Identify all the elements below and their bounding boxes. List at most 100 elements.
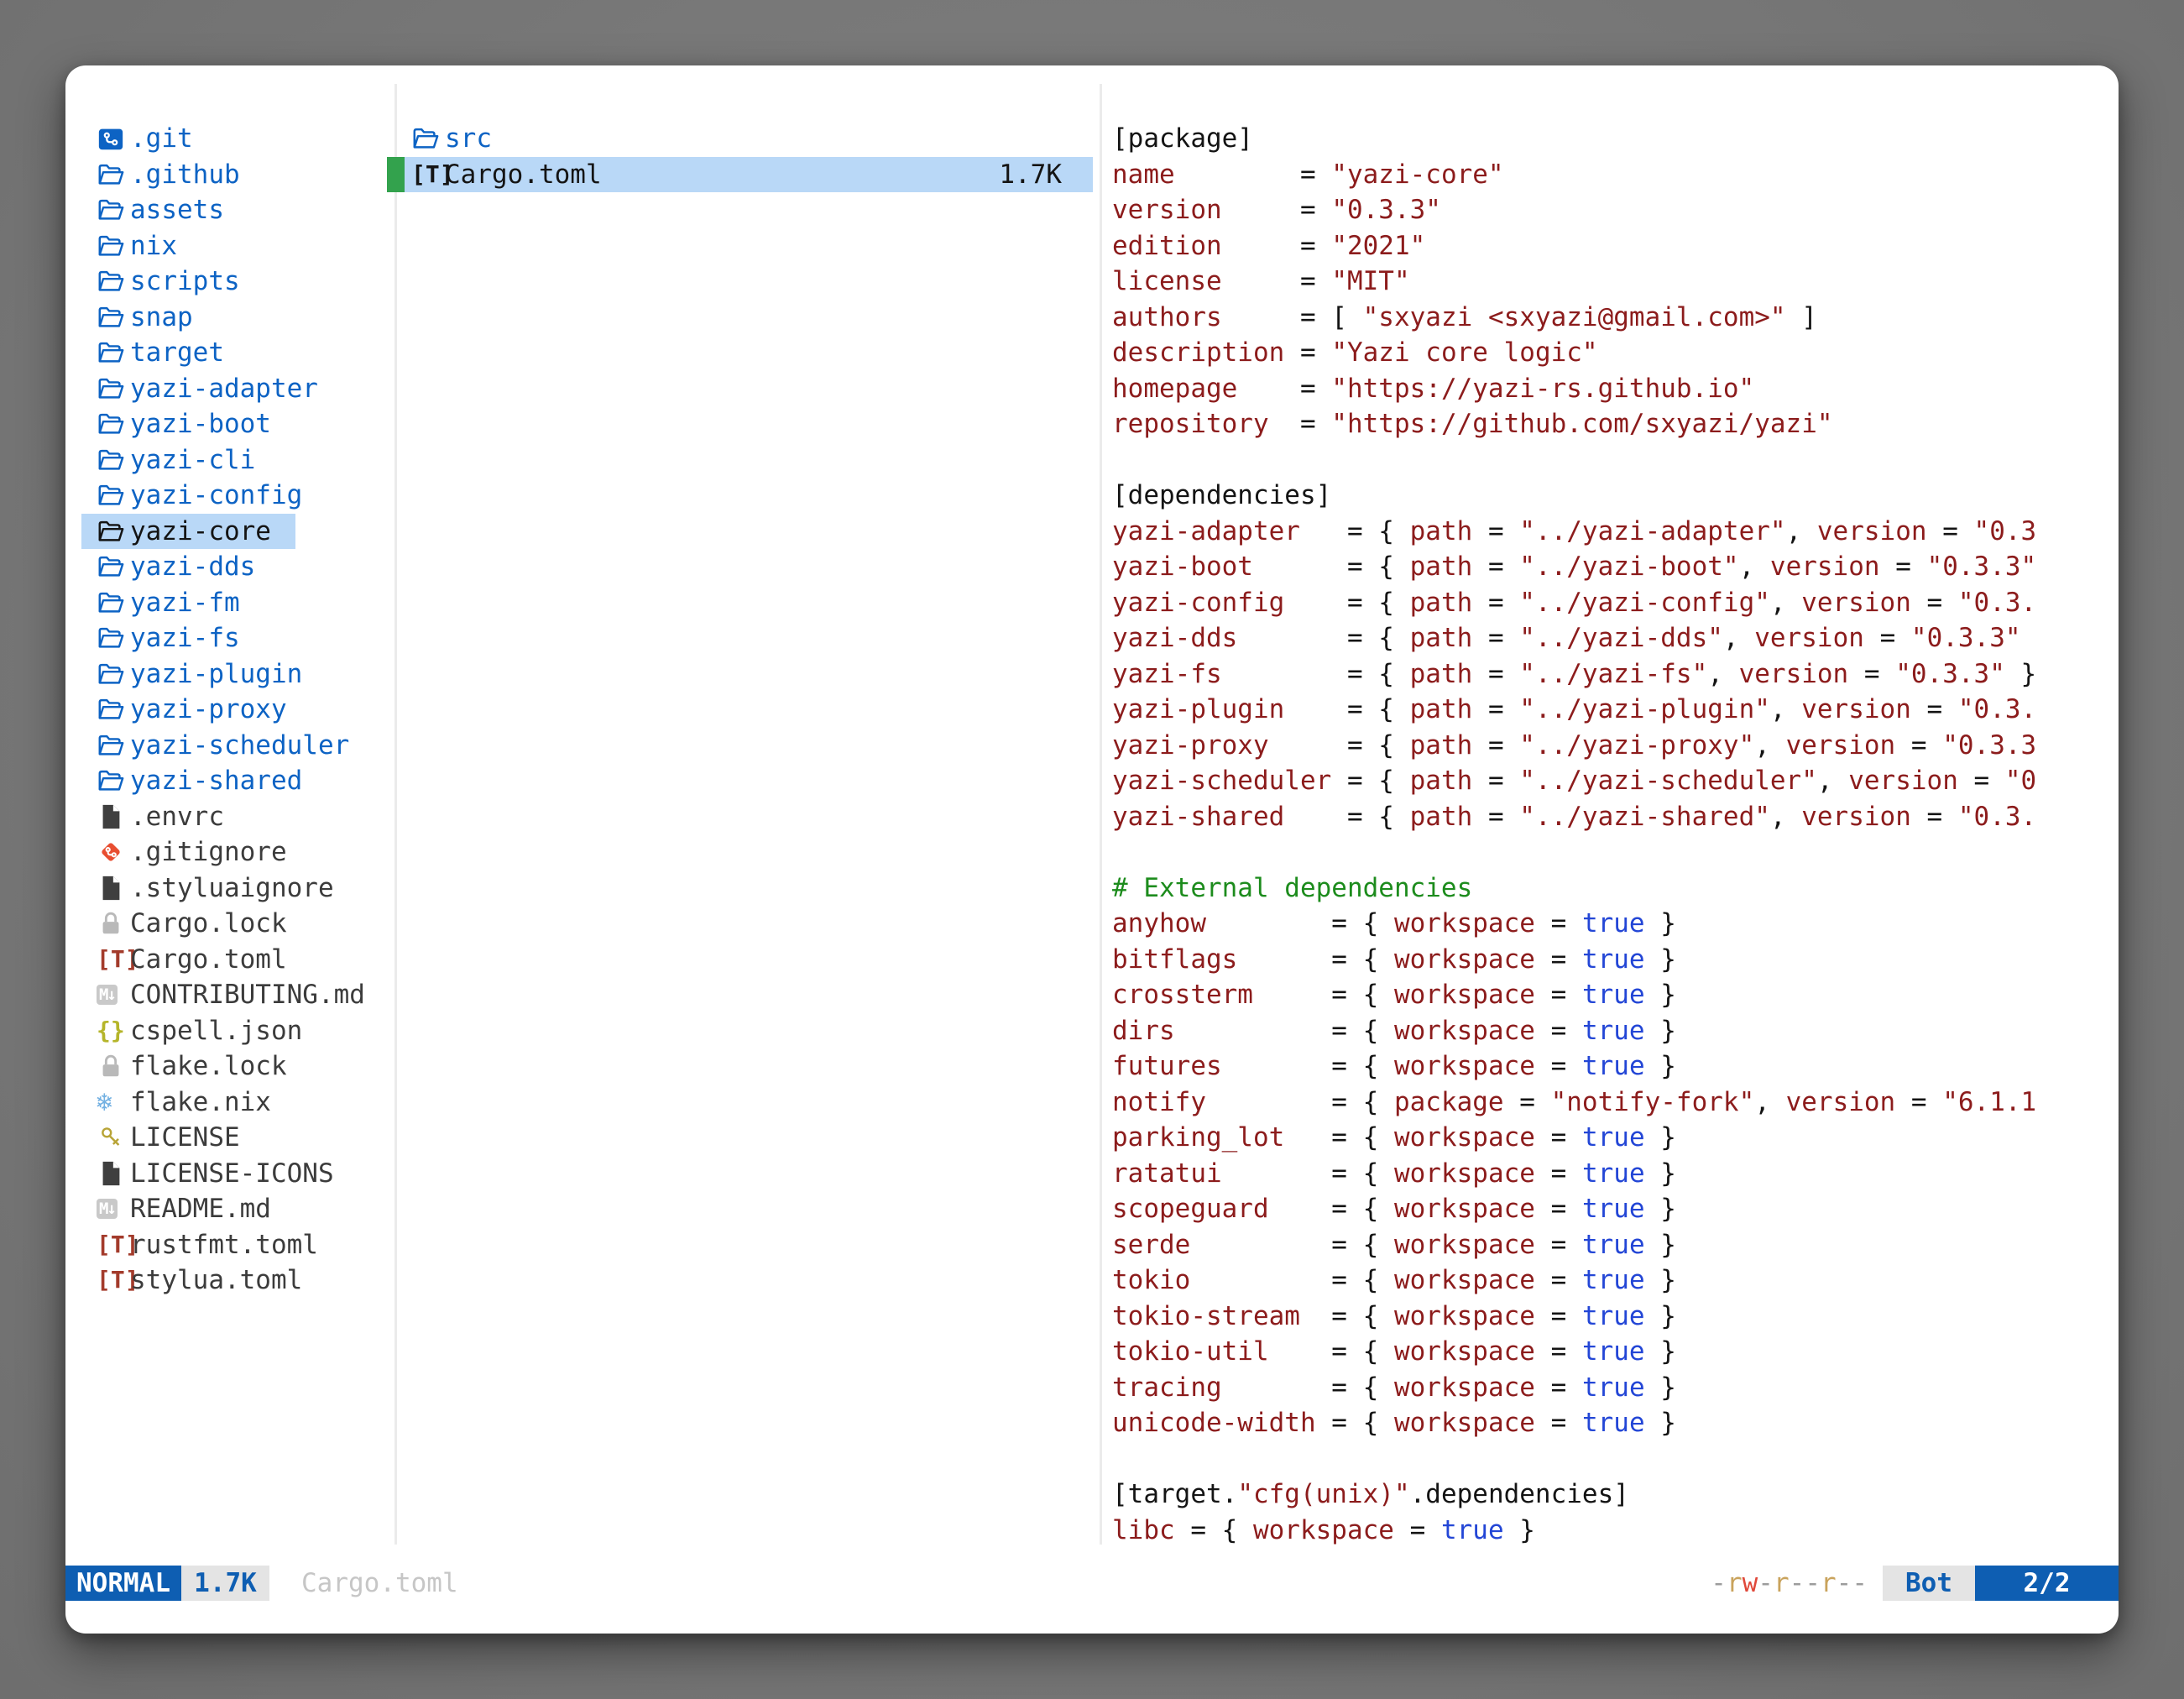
code-line: libc = { workspace = true } bbox=[1112, 1513, 2119, 1549]
sidebar-item-yazi-fm[interactable]: yazi-fm bbox=[81, 585, 295, 621]
code-line: serde = { workspace = true } bbox=[1112, 1227, 2119, 1263]
item-content: [T]Cargo.toml1.7K bbox=[405, 157, 1093, 193]
code-line: tokio = { workspace = true } bbox=[1112, 1262, 2119, 1299]
sidebar-item--git[interactable]: .git bbox=[81, 121, 295, 157]
cursor-counter-badge: 2/2 bbox=[1975, 1566, 2119, 1601]
sidebar-item-snap[interactable]: snap bbox=[81, 300, 295, 336]
code-line: yazi-proxy = { path = "../yazi-proxy", v… bbox=[1112, 728, 2119, 764]
sidebar-item-assets[interactable]: assets bbox=[81, 192, 295, 228]
folder-open-icon bbox=[97, 552, 130, 581]
code-line: tracing = { workspace = true } bbox=[1112, 1370, 2119, 1406]
code-line: description = "Yazi core logic" bbox=[1112, 335, 2119, 371]
code-line: yazi-scheduler = { path = "../yazi-sched… bbox=[1112, 763, 2119, 799]
item-label: .styluaignore bbox=[130, 870, 334, 907]
code-line: futures = { workspace = true } bbox=[1112, 1048, 2119, 1085]
item-label: Cargo.toml bbox=[130, 942, 287, 978]
markdown-icon: M↓ bbox=[97, 985, 130, 1005]
sidebar-item-yazi-adapter[interactable]: yazi-adapter bbox=[81, 371, 295, 407]
item-label: yazi-cli bbox=[130, 442, 255, 478]
item-label: flake.lock bbox=[130, 1048, 287, 1085]
git-repo-icon bbox=[97, 124, 130, 153]
folder-open-icon bbox=[97, 267, 130, 295]
sidebar-item-contributing-md[interactable]: M↓CONTRIBUTING.md bbox=[81, 977, 295, 1013]
folder-open-icon bbox=[97, 731, 130, 760]
folder-open-icon bbox=[97, 588, 130, 617]
scroll-position-badge: Bot bbox=[1883, 1566, 1975, 1601]
item-label: yazi-dds bbox=[130, 549, 255, 585]
toml-icon: [T] bbox=[97, 1231, 130, 1259]
toml-icon: [T] bbox=[97, 1266, 130, 1294]
folder-open-icon bbox=[97, 338, 130, 367]
item-label: yazi-plugin bbox=[130, 656, 302, 693]
sidebar-item-yazi-dds[interactable]: yazi-dds bbox=[81, 549, 295, 585]
sidebar-item-stylua-toml[interactable]: [T]stylua.toml bbox=[81, 1262, 295, 1299]
file-item-src[interactable]: src bbox=[387, 121, 1093, 157]
sidebar-item-yazi-core[interactable]: yazi-core bbox=[81, 514, 295, 550]
sidebar-item--gitignore[interactable]: .gitignore bbox=[81, 834, 295, 870]
code-line: yazi-boot = { path = "../yazi-boot", ver… bbox=[1112, 549, 2119, 585]
permissions: -rw-r--r-- bbox=[1711, 1566, 1868, 1601]
folder-open-icon bbox=[97, 446, 130, 474]
folder-open-icon bbox=[411, 124, 445, 153]
item-label: cspell.json bbox=[130, 1013, 302, 1049]
code-line: yazi-plugin = { path = "../yazi-plugin",… bbox=[1112, 692, 2119, 728]
sidebar-item-yazi-boot[interactable]: yazi-boot bbox=[81, 406, 295, 442]
code-line: yazi-shared = { path = "../yazi-shared",… bbox=[1112, 799, 2119, 835]
preview-pane: [package]name = "yazi-core"version = "0.… bbox=[1112, 121, 2119, 1548]
code-line bbox=[1112, 442, 2119, 478]
pane-separator-left bbox=[394, 84, 397, 1545]
sidebar-item-license-icons[interactable]: LICENSE-ICONS bbox=[81, 1156, 295, 1192]
item-label: stylua.toml bbox=[130, 1262, 302, 1299]
code-line: anyhow = { workspace = true } bbox=[1112, 906, 2119, 942]
gitignore-icon bbox=[97, 838, 130, 866]
current-pane: src[T]Cargo.toml1.7K bbox=[387, 121, 1093, 192]
pane-separator-right bbox=[1100, 84, 1102, 1545]
folder-open-icon bbox=[97, 481, 130, 510]
item-label: Cargo.lock bbox=[130, 906, 287, 942]
folder-open-icon bbox=[97, 160, 130, 189]
item-label: .github bbox=[130, 157, 240, 193]
sidebar-item-flake-nix[interactable]: ❄flake.nix bbox=[81, 1085, 295, 1121]
code-line: yazi-config = { path = "../yazi-config",… bbox=[1112, 585, 2119, 621]
sidebar-item-yazi-scheduler[interactable]: yazi-scheduler bbox=[81, 728, 295, 764]
file-item-cargo-toml[interactable]: [T]Cargo.toml1.7K bbox=[387, 157, 1093, 193]
sidebar-item-yazi-cli[interactable]: yazi-cli bbox=[81, 442, 295, 478]
sidebar-item-yazi-config[interactable]: yazi-config bbox=[81, 478, 295, 514]
sidebar-item-nix[interactable]: nix bbox=[81, 228, 295, 264]
code-line: [package] bbox=[1112, 121, 2119, 157]
item-label: yazi-proxy bbox=[130, 692, 287, 728]
code-line: version = "0.3.3" bbox=[1112, 192, 2119, 228]
item-label: yazi-adapter bbox=[130, 371, 318, 407]
item-label: target bbox=[130, 335, 224, 371]
sidebar-item--github[interactable]: .github bbox=[81, 157, 295, 193]
file-size: 1.7K bbox=[999, 157, 1062, 193]
sidebar-item-readme-md[interactable]: M↓README.md bbox=[81, 1191, 295, 1227]
sidebar-item-cspell-json[interactable]: {}cspell.json bbox=[81, 1013, 295, 1049]
sidebar-item-cargo-lock[interactable]: Cargo.lock bbox=[81, 906, 295, 942]
sidebar-item-yazi-fs[interactable]: yazi-fs bbox=[81, 620, 295, 656]
sidebar-item--envrc[interactable]: .envrc bbox=[81, 799, 295, 835]
sidebar-item-yazi-shared[interactable]: yazi-shared bbox=[81, 763, 295, 799]
item-label: flake.nix bbox=[130, 1085, 271, 1121]
selection-marker bbox=[387, 157, 405, 193]
item-label: CONTRIBUTING.md bbox=[130, 977, 365, 1013]
lock-icon bbox=[97, 1052, 130, 1080]
sidebar-item-license[interactable]: LICENSE bbox=[81, 1120, 295, 1156]
sidebar-item-yazi-plugin[interactable]: yazi-plugin bbox=[81, 656, 295, 693]
toml-icon: [T] bbox=[411, 160, 445, 189]
sidebar-item-target[interactable]: target bbox=[81, 335, 295, 371]
selection-marker bbox=[387, 121, 405, 157]
key-icon bbox=[97, 1123, 130, 1152]
sidebar-item-rustfmt-toml[interactable]: [T]rustfmt.toml bbox=[81, 1227, 295, 1263]
status-bar: NORMAL 1.7K Cargo.toml -rw-r--r-- Bot 2/… bbox=[65, 1566, 2119, 1601]
sidebar-item-yazi-proxy[interactable]: yazi-proxy bbox=[81, 692, 295, 728]
code-line: scopeguard = { workspace = true } bbox=[1112, 1191, 2119, 1227]
file-icon bbox=[97, 1159, 130, 1188]
sidebar-item--styluaignore[interactable]: .styluaignore bbox=[81, 870, 295, 907]
sidebar-item-cargo-toml[interactable]: [T]Cargo.toml bbox=[81, 942, 295, 978]
folder-open-icon bbox=[97, 196, 130, 224]
sidebar-item-flake-lock[interactable]: flake.lock bbox=[81, 1048, 295, 1085]
code-line: repository = "https://github.com/sxyazi/… bbox=[1112, 406, 2119, 442]
item-label: yazi-config bbox=[130, 478, 302, 514]
sidebar-item-scripts[interactable]: scripts bbox=[81, 264, 295, 300]
